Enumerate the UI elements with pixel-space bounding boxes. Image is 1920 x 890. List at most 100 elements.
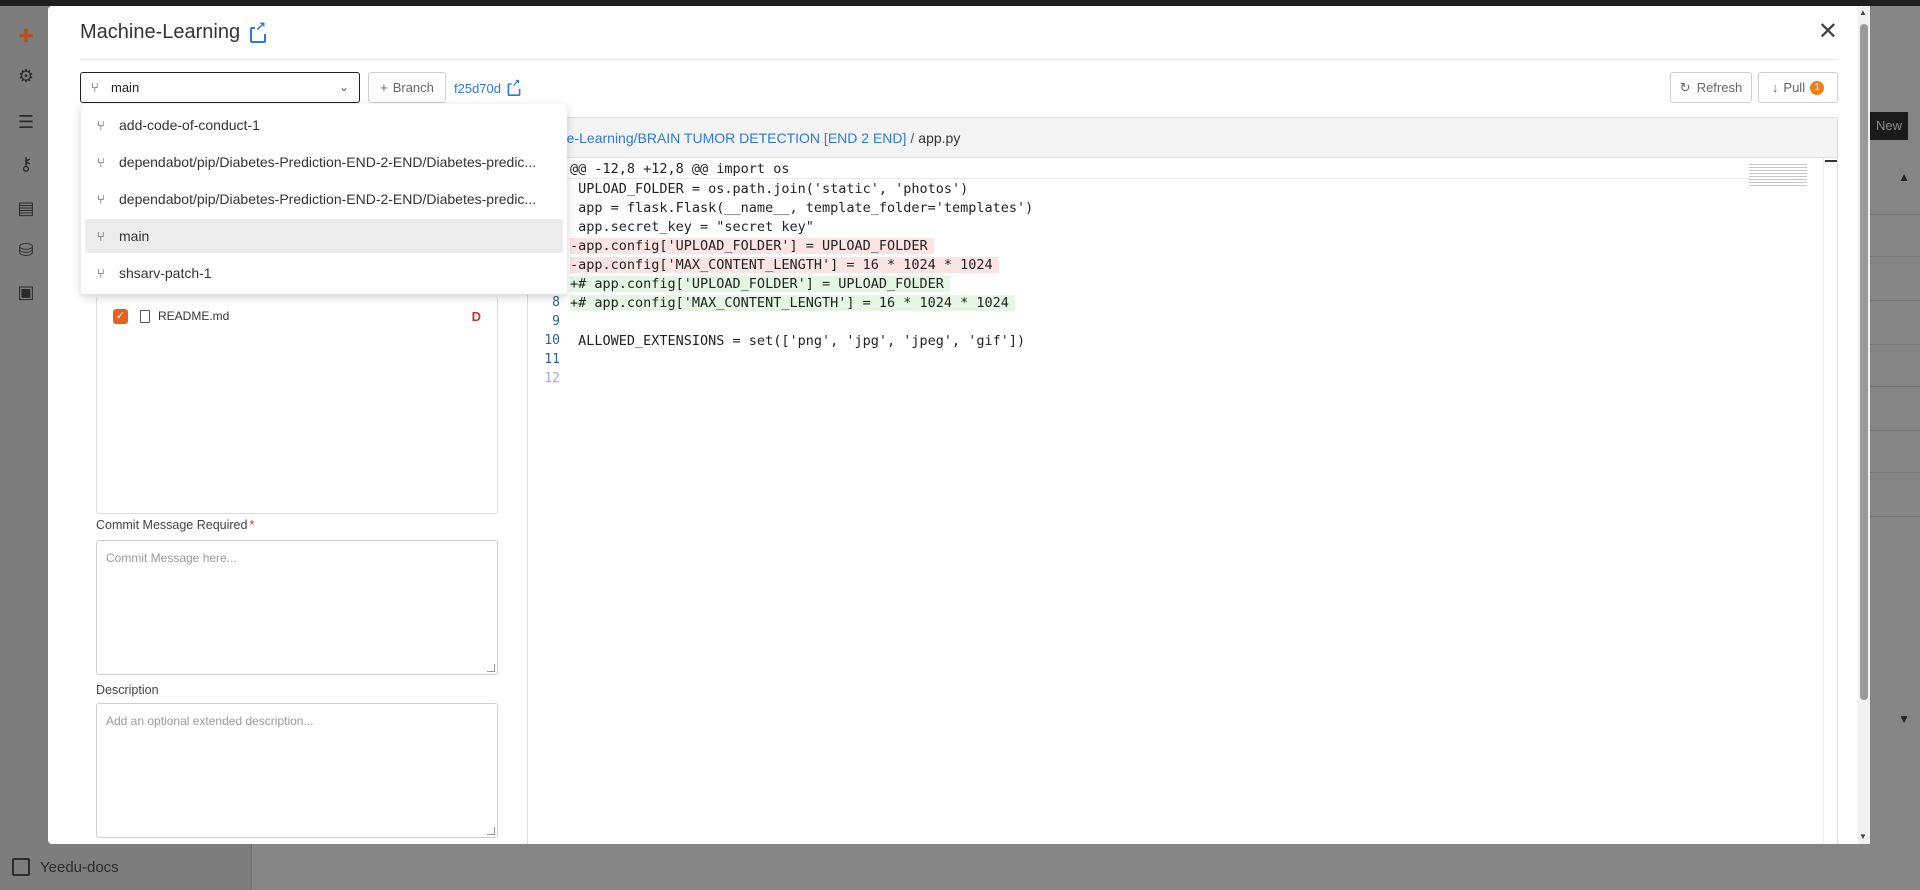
branch-option[interactable]: ⑂ dependabot/pip/Diabetes-Prediction-END-… bbox=[85, 182, 563, 216]
line-content: +# app.config['MAX_CONTENT_LENGTH'] = 16… bbox=[570, 294, 1015, 311]
pull-count-badge: 1 bbox=[1810, 80, 1825, 95]
diff-line: 12 bbox=[528, 369, 1798, 388]
pull-button[interactable]: ↓ Pull 1 bbox=[1758, 72, 1838, 103]
external-link-icon[interactable] bbox=[250, 19, 267, 43]
changed-files-list: ✓ README.md D bbox=[96, 296, 498, 514]
diff-line: 5-app.config['UPLOAD_FOLDER'] = UPLOAD_F… bbox=[528, 236, 1798, 255]
file-icon bbox=[140, 309, 150, 323]
line-number: 12 bbox=[544, 371, 560, 386]
branch-option-label: main bbox=[119, 228, 150, 244]
modal-header: Machine-Learning ✕ bbox=[80, 6, 1838, 60]
file-row[interactable]: ✓ README.md D bbox=[113, 306, 481, 326]
file-breadcrumb: hine-Learning/BRAIN TUMOR DETECTION [END… bbox=[528, 118, 1837, 158]
key-icon[interactable]: ⚷ bbox=[14, 152, 38, 176]
description-input[interactable]: Add an optional extended description... bbox=[96, 703, 498, 838]
branch-select[interactable]: ⑂ main ⌄ bbox=[80, 72, 360, 103]
git-toolbar: ⑂ main ⌄ + Branch f25d70d ↻ Refresh ↓ Pu… bbox=[80, 72, 1838, 104]
line-number: 9 bbox=[552, 314, 560, 329]
modal-scrollbar[interactable]: ▲ ▼ bbox=[1858, 6, 1870, 844]
scroll-down-icon[interactable]: ▼ bbox=[1859, 832, 1867, 841]
commit-hash-link[interactable]: f25d70d bbox=[454, 77, 522, 97]
workspace-icon bbox=[12, 858, 30, 876]
users-icon[interactable]: ☰ bbox=[14, 110, 38, 134]
commit-hash: f25d70d bbox=[454, 80, 501, 96]
line-content: app = flask.Flask(__name__, template_fol… bbox=[570, 199, 1034, 216]
commit-message-input[interactable]: Commit Message here... bbox=[96, 540, 498, 675]
breadcrumb-file: app.py bbox=[918, 129, 961, 146]
git-branch-icon: ⑂ bbox=[97, 154, 105, 170]
branch-option-label: dependabot/pip/Diabetes-Prediction-END-2… bbox=[119, 191, 537, 207]
app-logo-icon[interactable]: ✚ bbox=[14, 24, 38, 48]
workflow-icon[interactable]: ⚙ bbox=[14, 64, 38, 88]
line-number: 8 bbox=[552, 295, 560, 310]
scroll-up-icon[interactable]: ▲ bbox=[1859, 8, 1867, 17]
caret-down-icon: ▼ bbox=[1898, 712, 1910, 726]
branch-option[interactable]: ⑂ dependabot/pip/Diabetes-Prediction-END-… bbox=[85, 145, 563, 179]
required-mark: * bbox=[249, 518, 255, 532]
line-content: app.secret_key = "secret key" bbox=[570, 218, 814, 235]
file-name: README.md bbox=[158, 309, 230, 323]
git-branch-icon: ⑂ bbox=[97, 228, 105, 244]
database-icon[interactable]: ⛁ bbox=[14, 238, 38, 262]
branch-option-label: dependabot/pip/Diabetes-Prediction-END-2… bbox=[119, 154, 537, 170]
diff-line: 8 +# app.config['MAX_CONTENT_LENGTH'] = 1… bbox=[528, 293, 1798, 312]
workspace-label: Yeedu-docs bbox=[40, 858, 119, 876]
diff-line: 4 app.secret_key = "secret key" bbox=[528, 217, 1798, 236]
line-content: +# app.config['UPLOAD_FOLDER'] = UPLOAD_… bbox=[570, 275, 950, 292]
line-content: @@ -12,8 +12,8 @@ import os bbox=[570, 161, 790, 177]
git-branch-icon: ⑂ bbox=[91, 80, 99, 95]
scrollbar-thumb[interactable] bbox=[1860, 24, 1868, 700]
refresh-button[interactable]: ↻ Refresh bbox=[1670, 72, 1752, 103]
external-link-icon bbox=[507, 77, 521, 97]
branch-dropdown: ⑂ add-code-of-conduct-1 ⑂ dependabot/pip/Di… bbox=[81, 104, 567, 294]
diff-line: 10 ALLOWED_EXTENSIONS = set(['png', 'jpg… bbox=[528, 331, 1798, 350]
notebook-icon[interactable]: ▣ bbox=[14, 280, 38, 304]
modal-title: Machine-Learning bbox=[80, 21, 241, 43]
code-minimap[interactable] bbox=[1749, 164, 1807, 186]
line-number: 10 bbox=[544, 333, 560, 348]
arrow-down-icon: ↓ bbox=[1771, 80, 1779, 95]
breadcrumb-separator: / bbox=[910, 129, 915, 146]
description-label: Description bbox=[96, 683, 159, 697]
new-branch-button[interactable]: + Branch bbox=[368, 72, 446, 103]
plus-icon: + bbox=[380, 80, 388, 95]
refresh-icon: ↻ bbox=[1679, 79, 1691, 95]
pull-label: Pull bbox=[1783, 80, 1806, 95]
chevron-down-icon: ⌄ bbox=[338, 80, 349, 94]
line-content: ALLOWED_EXTENSIONS = set(['png', 'jpg', … bbox=[570, 332, 1026, 349]
branch-option-label: add-code-of-conduct-1 bbox=[119, 117, 260, 133]
description-placeholder: Add an optional extended description... bbox=[106, 714, 314, 728]
git-branch-icon: ⑂ bbox=[97, 191, 105, 207]
git-branch-icon: ⑂ bbox=[97, 117, 105, 133]
diff-line: 2 UPLOAD_FOLDER = os.path.join('static',… bbox=[528, 179, 1798, 198]
diff-viewer: hine-Learning/BRAIN TUMOR DETECTION [END… bbox=[527, 117, 1838, 844]
line-content: UPLOAD_FOLDER = os.path.join('static', '… bbox=[570, 180, 969, 197]
branch-option[interactable]: ⑂ main bbox=[85, 219, 563, 253]
commit-message-label-text: Commit Message Required bbox=[96, 518, 248, 532]
git-branch-icon: ⑂ bbox=[97, 265, 105, 281]
file-status: D bbox=[471, 308, 481, 324]
line-content: -app.config['UPLOAD_FOLDER'] = UPLOAD_FO… bbox=[570, 237, 934, 254]
branch-option[interactable]: ⑂ add-code-of-conduct-1 bbox=[85, 108, 563, 142]
line-number: 11 bbox=[544, 352, 560, 367]
selected-branch: main bbox=[111, 80, 140, 95]
refresh-label: Refresh bbox=[1696, 80, 1743, 95]
diff-line: 7+# app.config['UPLOAD_FOLDER'] = UPLOAD… bbox=[528, 274, 1798, 293]
caret-up-icon: ▲ bbox=[1898, 170, 1910, 184]
workspace-footer[interactable]: Yeedu-docs bbox=[12, 858, 119, 876]
close-button[interactable]: ✕ bbox=[1818, 20, 1838, 44]
branch-option[interactable]: ⑂ shsarv-patch-1 bbox=[85, 256, 563, 290]
diff-line: 6-app.config['MAX_CONTENT_LENGTH'] = 16 … bbox=[528, 255, 1798, 274]
commit-message-placeholder: Commit Message here... bbox=[106, 551, 237, 565]
chart-icon[interactable]: ▤ bbox=[14, 196, 38, 220]
commit-message-label: Commit Message Required * bbox=[96, 518, 254, 532]
diff-line: 11 bbox=[528, 350, 1798, 369]
diff-line: 3 app = flask.Flask(__name__, template_f… bbox=[528, 198, 1798, 217]
diff-code: 1@@ -12,8 +12,8 @@ import os2 UPLOAD_FOL… bbox=[528, 160, 1798, 388]
file-checkbox[interactable]: ✓ bbox=[113, 308, 128, 324]
breadcrumb-folder-link[interactable]: hine-Learning/BRAIN TUMOR DETECTION [END… bbox=[548, 130, 906, 146]
branch-option-label: shsarv-patch-1 bbox=[119, 265, 212, 281]
diff-scrollbar[interactable] bbox=[1823, 158, 1837, 844]
branch-button-label: Branch bbox=[392, 80, 434, 95]
new-button[interactable]: New bbox=[1868, 112, 1908, 140]
